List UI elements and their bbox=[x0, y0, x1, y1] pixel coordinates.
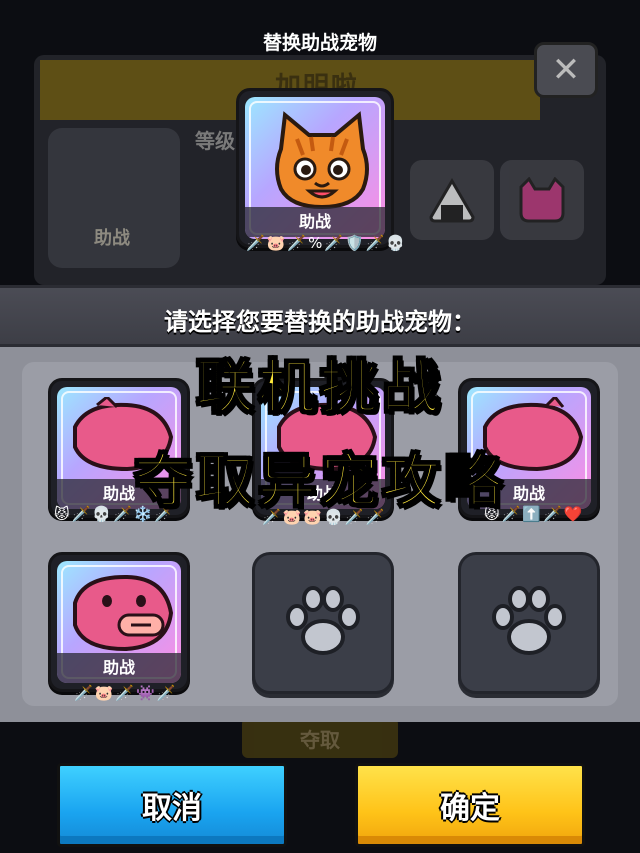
pet-face-icon: 👾 bbox=[136, 684, 155, 702]
cat-pet-icon bbox=[275, 111, 369, 209]
cancel-button[interactable]: 取消 bbox=[57, 763, 287, 847]
sword-icon: 🗡️ bbox=[287, 234, 307, 252]
pet-option-4[interactable]: 助战 bbox=[48, 552, 190, 692]
paw-icon bbox=[492, 586, 566, 655]
onigiri-icon bbox=[410, 160, 494, 240]
sword-icon: 🗡️ bbox=[324, 234, 344, 252]
pink-fish-icon bbox=[73, 574, 174, 652]
sword-icon: 🗡️ bbox=[156, 684, 176, 702]
selection-header: 请选择您要替换的助战宠物： bbox=[0, 285, 640, 347]
percent-icon: % bbox=[308, 234, 323, 252]
empty-pet-slot-2[interactable] bbox=[458, 552, 600, 694]
current-pet-card: 助战 bbox=[236, 88, 394, 248]
sword-icon: 🗡️ bbox=[246, 234, 265, 252]
pet-face-icon: 🐷 bbox=[266, 234, 286, 252]
dialog-title: 替换助战宠物 bbox=[262, 32, 377, 54]
background-card-label: 助战 bbox=[94, 228, 130, 249]
shield-icon: 🛡️ bbox=[345, 234, 364, 252]
background-seize-button: 夺取 bbox=[242, 718, 398, 758]
current-pet-tag: 助战 bbox=[245, 207, 385, 237]
paw-icon bbox=[286, 586, 360, 655]
skull-icon: 💀 bbox=[386, 234, 406, 252]
background-level-label: 等级 bbox=[195, 129, 235, 153]
pet-option-4-tag: 助战 bbox=[57, 653, 181, 683]
current-pet-badges: 🗡️ 🐷 🗡️ % 🗡️ 🛡️ 🗡️ 💀 bbox=[246, 234, 405, 252]
sword-icon: 🗡️ bbox=[365, 234, 385, 252]
pet-option-4-badges: 🗡️ 🐷 🗡️ 👾 🗡️ bbox=[74, 684, 175, 702]
selection-header-text: 请选择您要替换的助战宠物： bbox=[164, 308, 476, 336]
pet-face-icon: 🐷 bbox=[94, 684, 114, 702]
sword-icon: 🗡️ bbox=[115, 684, 135, 702]
overlay-line-1: 联机挑战 bbox=[195, 352, 444, 422]
empty-pet-slot-1[interactable] bbox=[252, 552, 394, 694]
sword-icon: 🗡️ bbox=[74, 684, 93, 702]
cat-face-icon bbox=[500, 160, 584, 240]
confirm-button[interactable]: 确定 bbox=[355, 763, 585, 847]
overlay-line-2: 夺取异宠攻略 bbox=[133, 446, 506, 516]
